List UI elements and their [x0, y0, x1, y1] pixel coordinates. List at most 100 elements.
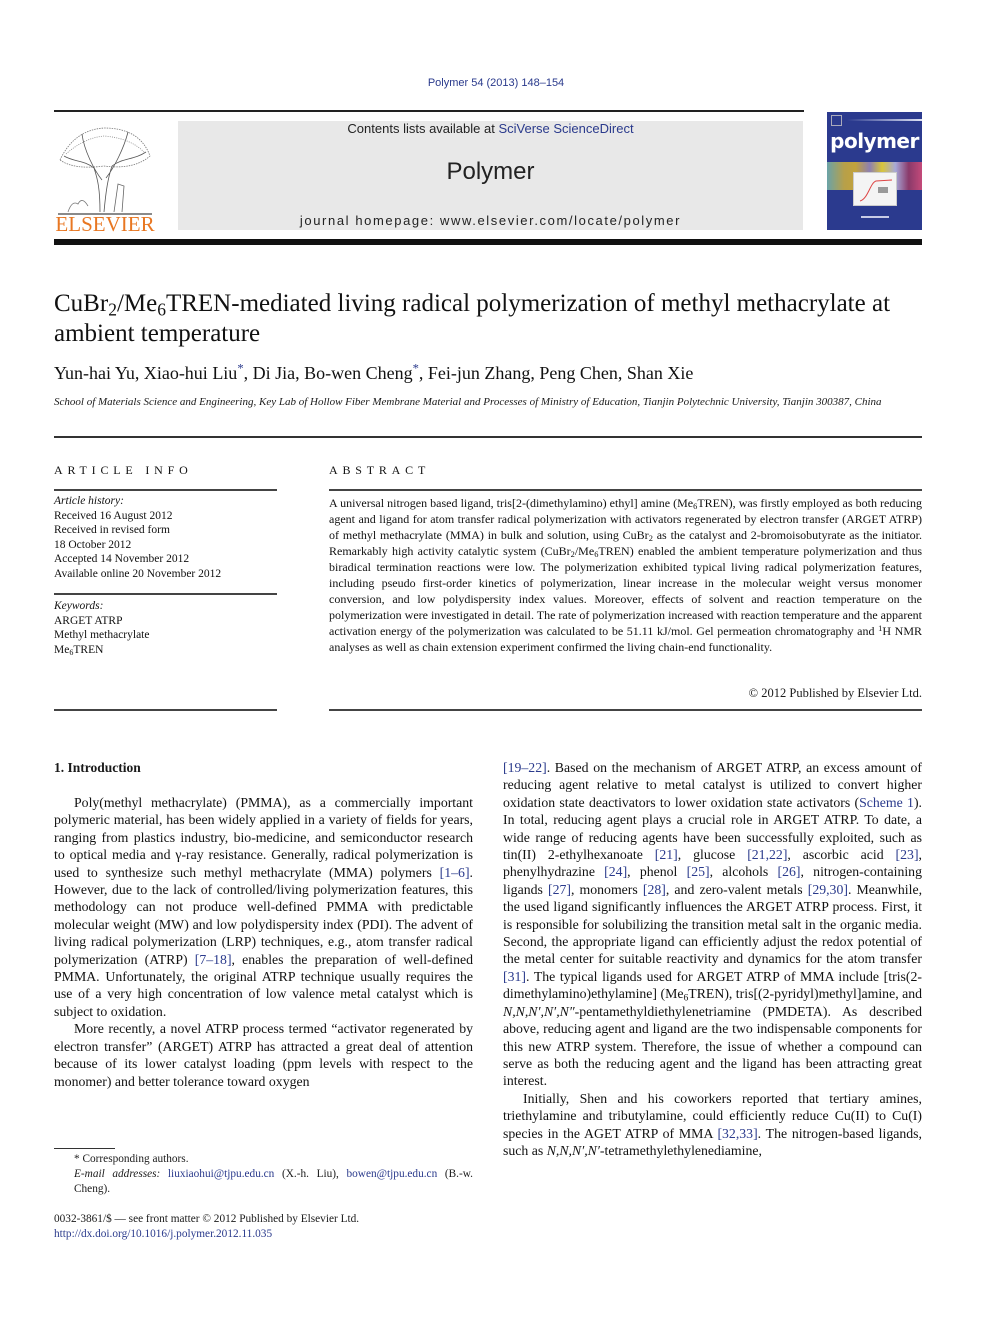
cover-stripe: [847, 119, 922, 121]
text: , alcohols: [709, 864, 778, 880]
citation-link[interactable]: [21,22]: [747, 847, 787, 862]
article-info-rule: [54, 709, 277, 711]
title-text: /Me: [116, 290, 158, 317]
cover-publisher-icon: [831, 115, 842, 126]
article-info-rule: [54, 489, 277, 491]
article-info-heading: ARTICLE INFO: [54, 463, 193, 477]
paragraph: More recently, a novel ATRP process term…: [54, 1021, 473, 1089]
journal-cover[interactable]: polymer: [827, 112, 922, 230]
text: , monomers: [570, 881, 643, 897]
doi-link[interactable]: http://dx.doi.org/10.1016/j.polymer.2012…: [54, 1227, 473, 1242]
corresponding-author-marker[interactable]: *: [413, 362, 419, 376]
keyword[interactable]: Methyl methacrylate: [54, 628, 277, 643]
title-subscript: 6: [157, 299, 166, 320]
title-subscript: 2: [108, 299, 117, 320]
affiliation: School of Materials Science and Engineer…: [54, 396, 882, 408]
author[interactable]: Peng Chen: [539, 363, 618, 383]
history-item: Accepted 14 November 2012: [54, 553, 190, 565]
citation-link[interactable]: [29,30]: [808, 882, 848, 897]
author[interactable]: Di Jia: [253, 363, 296, 383]
text: Poly(methyl methacrylate) (PMMA), as a c…: [54, 795, 473, 880]
history-item: Received in revised form: [54, 524, 170, 536]
citation-link[interactable]: [21]: [655, 847, 678, 862]
abstract-rule: [329, 709, 922, 711]
citation-link[interactable]: [24]: [604, 864, 627, 879]
journal-citation[interactable]: Polymer 54 (2013) 148–154: [0, 77, 992, 89]
author[interactable]: Yun-hai Yu: [54, 363, 135, 383]
elsevier-wordmark[interactable]: ELSEVIER: [54, 212, 156, 237]
citation-link[interactable]: [7–18]: [195, 952, 232, 967]
italic-text: N,N,N′,N′: [546, 1142, 600, 1158]
email-note: E-mail addresses: liuxiaohui@tjpu.edu.cn…: [54, 1167, 473, 1197]
author[interactable]: Xiao-hui Liu: [144, 363, 237, 383]
cover-title: polymer: [830, 129, 919, 153]
italic-text: N,N,N′,N′,N″: [503, 1003, 575, 1019]
text: , ascorbic acid: [787, 847, 896, 863]
text: , phenol: [627, 864, 687, 880]
title-text: TREN-mediated living radical polymerizat…: [54, 290, 891, 347]
contents-line: Contents lists available at SciVerse Sci…: [178, 121, 803, 136]
article-info-rule: [54, 593, 277, 595]
text: , glucose: [677, 847, 748, 863]
keywords-label: Keywords:: [54, 600, 104, 612]
author[interactable]: Fei-jun Zhang: [428, 363, 530, 383]
citation-link[interactable]: [26]: [778, 864, 801, 879]
sciencedirect-link[interactable]: SciVerse ScienceDirect: [498, 121, 633, 136]
text: -tetramethylethylenediamine,: [599, 1142, 762, 1158]
abstract-text: A universal nitrogen based ligand, tris[…: [329, 495, 922, 655]
body-column-right: [19–22]. Based on the mechanism of ARGET…: [503, 759, 922, 1159]
history-item: 18 October 2012: [54, 538, 132, 551]
email-link[interactable]: bowen@tjpu.edu.cn: [347, 1168, 438, 1180]
body-column-left: Poly(methyl methacrylate) (PMMA), as a c…: [54, 794, 473, 1090]
cover-footer-text: [861, 216, 889, 218]
contents-prefix: Contents lists available at: [347, 121, 499, 136]
keywords: Keywords: ARGET ATRP Methyl methacrylate…: [54, 599, 277, 657]
journal-homepage[interactable]: journal homepage: www.elsevier.com/locat…: [178, 213, 803, 228]
email-label: E-mail addresses:: [74, 1168, 161, 1180]
author[interactable]: Shan Xie: [627, 363, 694, 383]
abstract-segment: /Me: [574, 544, 595, 558]
keyword[interactable]: ARGET ATRP: [54, 614, 277, 629]
citation-link[interactable]: [19–22]: [503, 760, 547, 775]
abstract-segment: A universal nitrogen based ligand, tris[…: [329, 496, 694, 510]
article-history: Article history: Received 16 August 2012…: [54, 494, 277, 581]
affiliation-rule: [54, 436, 922, 438]
author-list: Yun-hai Yu, Xiao-hui Liu*, Di Jia, Bo-we…: [54, 361, 694, 383]
keyword-subscript: 6: [69, 647, 74, 657]
corresponding-author-marker[interactable]: *: [237, 362, 243, 376]
front-matter: 0032-3861/$ — see front matter © 2012 Pu…: [54, 1212, 473, 1241]
citation-link[interactable]: [1–6]: [440, 865, 470, 880]
citation-link[interactable]: [27]: [548, 882, 571, 897]
text: TREN), tris[(2-pyridyl)methyl]amine, and: [688, 986, 923, 1002]
cover-graph-icon: [853, 172, 897, 206]
journal-name: Polymer: [446, 158, 535, 185]
abstract-segment: TREN) enabled the ambient temperature po…: [329, 544, 922, 638]
journal-banner: Contents lists available at SciVerse Sci…: [178, 121, 803, 230]
header-thick-rule: [54, 239, 922, 245]
paragraph: Initially, Shen and his coworkers report…: [503, 1090, 922, 1160]
abstract-heading: ABSTRACT: [329, 463, 431, 477]
email-owner: (X.-h. Liu),: [274, 1168, 347, 1180]
abstract-rule: [329, 489, 922, 491]
section-heading-introduction: 1. Introduction: [54, 760, 141, 775]
history-item: Available online 20 November 2012: [54, 567, 222, 580]
footnotes: * Corresponding authors. E-mail addresse…: [54, 1152, 473, 1197]
citation-link[interactable]: [32,33]: [717, 1126, 757, 1141]
citation-link[interactable]: [25]: [687, 864, 710, 879]
abstract-copyright: © 2012 Published by Elsevier Ltd.: [748, 686, 922, 700]
paragraph: Poly(methyl methacrylate) (PMMA), as a c…: [54, 794, 473, 1020]
corresponding-note: * Corresponding authors.: [74, 1153, 189, 1165]
citation-link[interactable]: [28]: [643, 882, 666, 897]
article-title: CuBr2/Me6TREN-mediated living radical po…: [54, 289, 934, 349]
author[interactable]: Bo-wen Cheng: [304, 363, 412, 383]
email-link[interactable]: liuxiaohui@tjpu.edu.cn: [168, 1168, 274, 1180]
citation-link[interactable]: [31]: [503, 969, 526, 984]
issn-line: 0032-3861/$ — see front matter © 2012 Pu…: [54, 1213, 360, 1225]
scheme-link[interactable]: Scheme 1: [859, 795, 914, 810]
keyword[interactable]: Me6TREN: [54, 643, 277, 658]
citation-link[interactable]: [23]: [896, 847, 919, 862]
history-label: Article history:: [54, 495, 124, 507]
text: , and zero-valent metals: [665, 881, 808, 897]
title-text: CuBr: [54, 290, 109, 317]
header-rule: [54, 110, 804, 112]
